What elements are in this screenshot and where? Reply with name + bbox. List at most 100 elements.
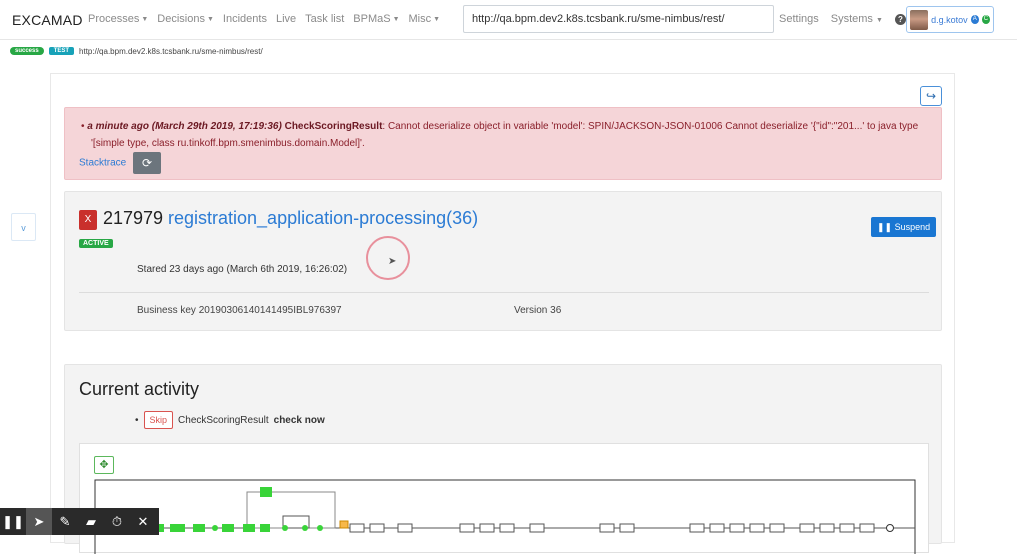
alert-task: CheckScoringResult (284, 121, 383, 132)
nav-decisions[interactable]: Decisions ▼ (157, 13, 214, 25)
nav-task-list[interactable]: Task list (305, 13, 344, 25)
task-box (839, 523, 855, 533)
close-icon[interactable]: ✕ (130, 508, 156, 535)
gateway (282, 525, 288, 531)
started-date: Stared 23 days ago (March 6th 2019, 16:2… (137, 264, 348, 275)
instance-id: 217979 (103, 208, 164, 228)
nav-incidents[interactable]: Incidents (223, 13, 267, 25)
alert-message: • a minute ago (March 29th 2019, 17:19:3… (77, 118, 929, 152)
task-box (819, 523, 835, 533)
retry-icon[interactable]: ⟳ (133, 152, 162, 174)
share-icon[interactable]: ↪ (920, 86, 942, 106)
nav-label: BPMaS (353, 13, 391, 25)
skip-button[interactable]: Skip (143, 411, 174, 429)
bullet: • (135, 414, 139, 426)
current-task (339, 520, 349, 529)
pause-icon: ❚❚ (877, 222, 893, 232)
env-badge: TEST (48, 47, 75, 55)
process-definition-link[interactable]: registration_application-processing(36) (168, 208, 478, 229)
role-badge: A (970, 15, 979, 24)
section-title: Current activity (79, 379, 200, 399)
pool-border (94, 479, 916, 554)
cursor-icon: ➤ (388, 256, 397, 267)
avatar (910, 9, 929, 30)
gateway (212, 525, 218, 531)
user-menu-button[interactable]: d.g.kotov A C (906, 6, 994, 33)
suspend-button[interactable]: ❚❚ Suspend (871, 217, 937, 237)
activity-item: • Skip CheckScoringResult check now (135, 411, 325, 429)
right-nav: Settings Systems ▼ ? (779, 13, 906, 25)
task-box (479, 523, 495, 533)
caret-down-icon: ▼ (876, 17, 883, 24)
task-box (459, 523, 475, 533)
nav-live[interactable]: Live (276, 13, 296, 25)
task-box (369, 523, 385, 533)
active-task (260, 524, 270, 532)
task-box (599, 523, 615, 533)
nav-processes[interactable]: Processes ▼ (88, 13, 148, 25)
nav-label: Systems (830, 13, 873, 25)
activity-action: check now (273, 414, 325, 426)
cancel-instance-button[interactable]: X (79, 210, 97, 230)
brand-logo[interactable]: EXCAMAD (12, 12, 83, 28)
gateway (317, 525, 323, 531)
nav-label: Decisions (157, 13, 205, 25)
active-task (170, 524, 185, 532)
stacktrace-link[interactable]: Stacktrace (79, 158, 126, 169)
nav-label: Processes (88, 13, 140, 25)
task-box (799, 523, 815, 533)
diagram-canvas (94, 479, 916, 554)
status-badge: ACTIVE (79, 239, 113, 248)
environment-bar: success TEST http://qa.bpm.dev2.k8s.tcsb… (0, 41, 1017, 61)
env-url: http://qa.bpm.dev2.k8s.tcsbank.ru/sme-ni… (79, 46, 263, 56)
caret-down-icon: ▼ (392, 15, 400, 23)
nav-bpmas[interactable]: BPMaS ▼ (353, 13, 399, 25)
active-task (260, 487, 272, 497)
task-box (619, 523, 635, 533)
end-event (886, 524, 894, 532)
nav-label: Misc (408, 13, 432, 25)
caret-down-icon: ▼ (433, 15, 441, 23)
suspend-label: Suspend (894, 222, 931, 232)
pen-icon[interactable]: ✎ (52, 508, 78, 535)
eraser-icon[interactable]: ▰ (78, 508, 104, 535)
nav-systems[interactable]: Systems ▼ (831, 13, 883, 25)
task-box (729, 523, 745, 533)
active-task (243, 524, 255, 532)
timer-icon[interactable]: ⏱ (104, 508, 130, 535)
alert-time: a minute ago (March 29th 2019, 17:19:36) (87, 121, 282, 132)
caret-down-icon: ▼ (141, 15, 149, 23)
task-box (529, 523, 545, 533)
current-activity-panel: Current activity • Skip CheckScoringResu… (64, 364, 942, 554)
role-badge: C (981, 15, 990, 24)
main-nav: Processes ▼ Decisions ▼ Incidents Live Tas… (88, 13, 440, 25)
pause-icon[interactable]: ❚❚ (0, 508, 26, 535)
incident-alert: • a minute ago (March 29th 2019, 17:19:3… (64, 107, 942, 180)
gateway (302, 525, 308, 531)
help-icon[interactable]: ? (894, 13, 906, 25)
endpoint-url-input[interactable] (463, 5, 774, 33)
task-box (709, 523, 725, 533)
process-instance-card: X 217979 registration_application-proces… (64, 191, 942, 331)
divider (79, 292, 929, 293)
task-box (859, 523, 875, 533)
recording-toolbar: ❚❚ ➤ ✎ ▰ ⏱ ✕ (0, 508, 159, 535)
env-status-badge: success (10, 47, 44, 55)
top-navbar: EXCAMAD Processes ▼ Decisions ▼ Incidents … (0, 0, 1017, 40)
nav-misc[interactable]: Misc ▼ (409, 13, 441, 25)
pointer-icon[interactable]: ➤ (26, 508, 52, 535)
task-box (689, 523, 705, 533)
active-task (193, 524, 205, 532)
bpmn-diagram[interactable]: ✥ (79, 443, 929, 554)
task-box (769, 523, 785, 533)
activity-name: CheckScoringResult (178, 414, 269, 426)
active-task (222, 524, 234, 532)
nav-settings[interactable]: Settings (779, 13, 819, 25)
caret-down-icon: ▼ (206, 15, 214, 23)
task-box (349, 523, 365, 533)
collapse-toggle[interactable]: v (11, 213, 36, 241)
version-label: Version 36 (514, 305, 562, 316)
task-box (749, 523, 765, 533)
task-box (499, 523, 515, 533)
username: d.g.kotov (931, 14, 968, 25)
